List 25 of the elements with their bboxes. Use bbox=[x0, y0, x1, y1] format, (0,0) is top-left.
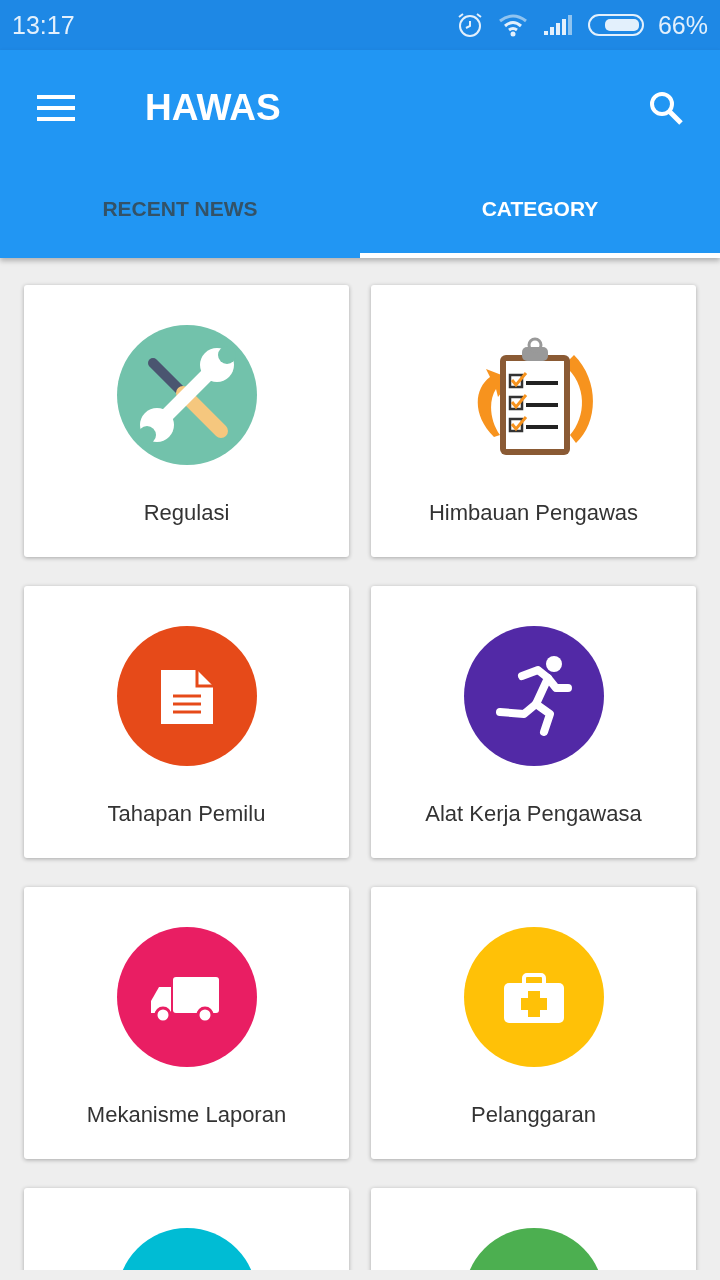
category-card[interactable]: Mekanisme Laporan bbox=[24, 887, 349, 1159]
category-label: Tahapan Pemilu bbox=[107, 801, 266, 827]
category-label: Himbauan Pengawas bbox=[428, 500, 639, 526]
document-icon bbox=[116, 626, 257, 766]
app-title: HAWAS bbox=[145, 86, 282, 129]
wifi-icon bbox=[497, 13, 528, 37]
category-card[interactable]: Pelanggaran bbox=[371, 887, 696, 1159]
category-card[interactable]: Tahapan Pemilu bbox=[24, 586, 349, 858]
tools-icon bbox=[116, 325, 257, 465]
search-icon[interactable] bbox=[648, 89, 684, 126]
category-label: Mekanisme Laporan bbox=[86, 1102, 287, 1128]
truck-icon bbox=[116, 927, 257, 1067]
menu-icon[interactable] bbox=[36, 93, 76, 122]
first-aid-kit-icon bbox=[463, 927, 604, 1067]
category-card[interactable]: Regulasi bbox=[24, 285, 349, 557]
category-label: Alat Kerja Pengawasa bbox=[425, 801, 642, 827]
category-card[interactable]: Alat Kerja Pengawasa bbox=[371, 586, 696, 858]
signal-icon bbox=[541, 13, 574, 37]
battery-icon bbox=[587, 13, 644, 37]
category-label: Regulasi bbox=[143, 500, 230, 526]
status-time: 13:17 bbox=[12, 10, 76, 40]
category-label: Pelanggaran bbox=[471, 1102, 596, 1128]
battery-percent: 66% bbox=[657, 10, 708, 40]
running-person-icon bbox=[463, 626, 604, 766]
category-card[interactable]: Himbauan Pengawas bbox=[371, 285, 696, 557]
